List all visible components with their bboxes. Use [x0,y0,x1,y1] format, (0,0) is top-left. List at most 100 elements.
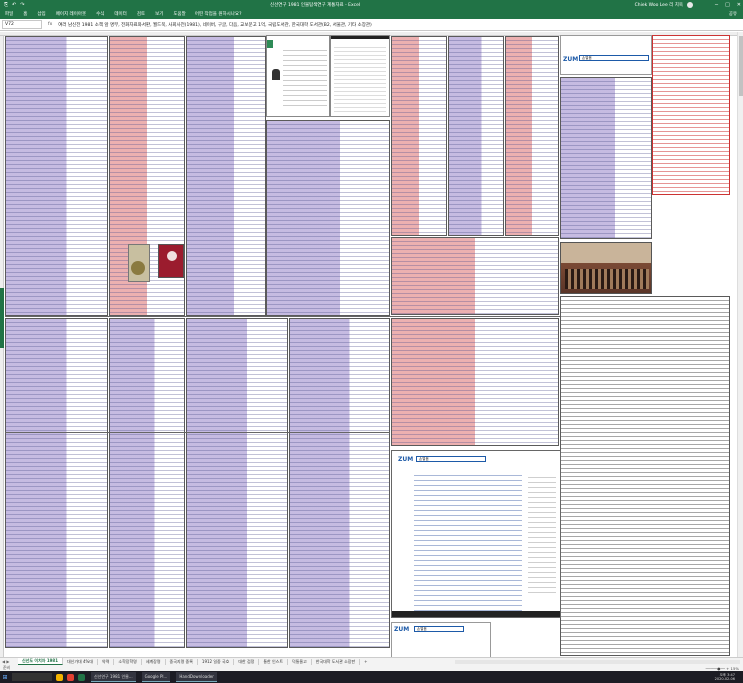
horizontal-scrollbar[interactable] [455,660,740,664]
save-icon[interactable]: ⎘ [4,2,8,8]
avatar[interactable] [687,1,693,8]
sheet-tab[interactable]: 덕통울고 [288,658,312,665]
tab-formulas[interactable]: 수식 [91,11,109,17]
sheet-tab[interactable]: 한국대학 도서관 소장판 [312,658,361,665]
table-block[interactable] [505,36,559,236]
tab-home[interactable]: 홈 [18,11,32,17]
book-cover [128,244,150,282]
zum-logo: ZUM [563,56,579,63]
tab-review[interactable]: 검토 [132,11,150,17]
selected-row-marker [0,288,4,348]
sheet-tab[interactable]: 신선도 이치자 1981 [18,658,63,665]
search-results-list [414,471,522,611]
file-explorer-icon[interactable] [56,673,63,681]
tab-view[interactable]: 보기 [150,11,168,17]
formula-bar: V72 fx 여러 남신전 1981 소책 앞 명부, 전화자료와서판, 월드북… [0,19,743,31]
book-cover-images[interactable] [128,244,188,284]
ribbon-tabs: 파일 홈 삽입 페이지 레이아웃 수식 데이터 검토 보기 도움말 어떤 작업을… [0,9,743,19]
vertical-scrollbar[interactable] [737,32,743,657]
profile-screenshot[interactable] [266,35,330,117]
band-divider [5,316,560,317]
sheet-tab-bar: ◀ ▶ 신선도 이치자 1981 대신가대 4%대 약력 소학장학명 세계장명 … [0,657,743,665]
document-text-lines [334,44,386,114]
tab-data[interactable]: 데이터 [109,11,131,17]
share-button[interactable]: 공유 [729,11,737,17]
add-sheet-button[interactable]: + [360,659,371,664]
sheet-tab[interactable]: 통한 인스트 [259,658,289,665]
minimize-button[interactable]: ─ [715,2,718,8]
red-notes-block[interactable] [652,35,730,195]
windows-taskbar: ⊞ 신선연구 1981 인물... Google Pl... HandDownl… [0,671,743,683]
zum-logo: ZUM [394,626,410,633]
excel-icon[interactable] [78,673,85,681]
logo-icon [267,40,273,48]
scroll-thumb[interactable] [739,36,743,96]
table-block[interactable] [186,318,288,648]
table-block[interactable] [448,36,504,236]
document-screenshot[interactable] [330,35,390,117]
table-block[interactable] [266,120,390,316]
tell-me-search[interactable]: 어떤 작업을 원하시나요? [195,11,242,17]
window-controls: ─ □ ✕ [715,2,741,8]
taskbar-app[interactable]: HandDownloader [176,672,217,682]
seal-icon [167,251,177,261]
sheet-tab[interactable]: 중국지명 중록 [166,658,198,665]
tab-insert[interactable]: 삽입 [32,11,50,17]
redo-icon[interactable]: ↷ [20,2,24,8]
sheet-tab[interactable]: 대한 검정 [234,658,260,665]
maximize-button[interactable]: □ [725,2,730,8]
notes-block[interactable] [560,296,730,656]
zum-logo: ZUM [398,456,414,463]
formula-content[interactable]: 여러 남신전 1981 소책 앞 명부, 전화자료와서판, 월드북, 사회사전(… [58,22,743,28]
table-block[interactable] [391,36,447,236]
undo-icon[interactable]: ↶ [12,2,16,8]
embedded-taskbar [392,611,560,617]
taskbar-app[interactable]: Google Pl... [141,672,171,682]
table-block[interactable] [289,318,390,648]
chrome-icon[interactable] [67,673,74,681]
table-block[interactable] [109,318,185,648]
sheet-nav-arrows[interactable]: ◀ ▶ [0,659,18,664]
table-block[interactable] [186,36,266,316]
conference-photo[interactable] [560,242,652,294]
medal-icon [131,261,145,275]
table-block[interactable] [391,237,559,315]
sheet-tab[interactable]: 약력 [98,658,115,665]
zum-results-screenshot[interactable]: ZUM 손열음 [391,450,561,618]
taskbar-clock[interactable]: 오후 3:47 2020-02-06 [715,673,735,682]
table-block[interactable] [5,318,108,648]
table-block[interactable] [5,36,108,316]
tab-help[interactable]: 도움말 [168,11,190,17]
clock-date: 2020-02-06 [714,677,735,681]
windows-start-icon[interactable]: ⊞ [0,674,10,681]
sheet-tab[interactable]: 소학장학명 [114,658,142,665]
tab-page-layout[interactable]: 페이지 레이아웃 [51,11,91,17]
quick-access-toolbar: ⎘ ↶ ↷ [4,2,24,8]
zum-search-box: 손열음 [414,626,464,632]
taskbar-app[interactable]: 신선연구 1981 인물... [91,672,136,682]
sheet-tab[interactable]: 세계장명 [142,658,166,665]
sheet-tab[interactable]: 대신가대 4%대 [63,658,99,665]
tab-file[interactable]: 파일 [0,11,18,17]
close-button[interactable]: ✕ [737,2,741,8]
fx-icon[interactable]: fx [48,22,52,27]
profile-text-lines [283,46,327,106]
book-cover [158,244,184,278]
sheet-tab[interactable]: 1912 일중 국호 [198,658,235,665]
taskbar-search[interactable] [12,673,52,681]
window-title: 신선연구 1981 인물탐색연구 계통자료 - Excel [270,2,361,8]
zum-search-box: 손열음 [579,55,649,61]
table-block[interactable] [391,318,559,446]
row-headers[interactable] [0,36,4,657]
worksheet-grid[interactable]: ZUM 손열음 ZUM 손열음 ZUM 손열음 [0,32,743,657]
portrait-photo [272,69,280,80]
zum-search-screenshot[interactable]: ZUM 손열음 [560,35,652,75]
zoom-slider[interactable]: ─────●── + 15% [706,666,739,671]
zum-search-screenshot[interactable]: ZUM 손열음 [391,622,491,657]
audience-silhouettes [565,269,649,289]
zum-search-box: 손열음 [416,456,486,462]
account-name[interactable]: Chiek Woo Lee 리 치욱 [635,2,683,8]
name-box[interactable]: V72 [2,20,42,29]
table-block[interactable] [560,77,652,239]
document-header-bar [331,36,389,39]
